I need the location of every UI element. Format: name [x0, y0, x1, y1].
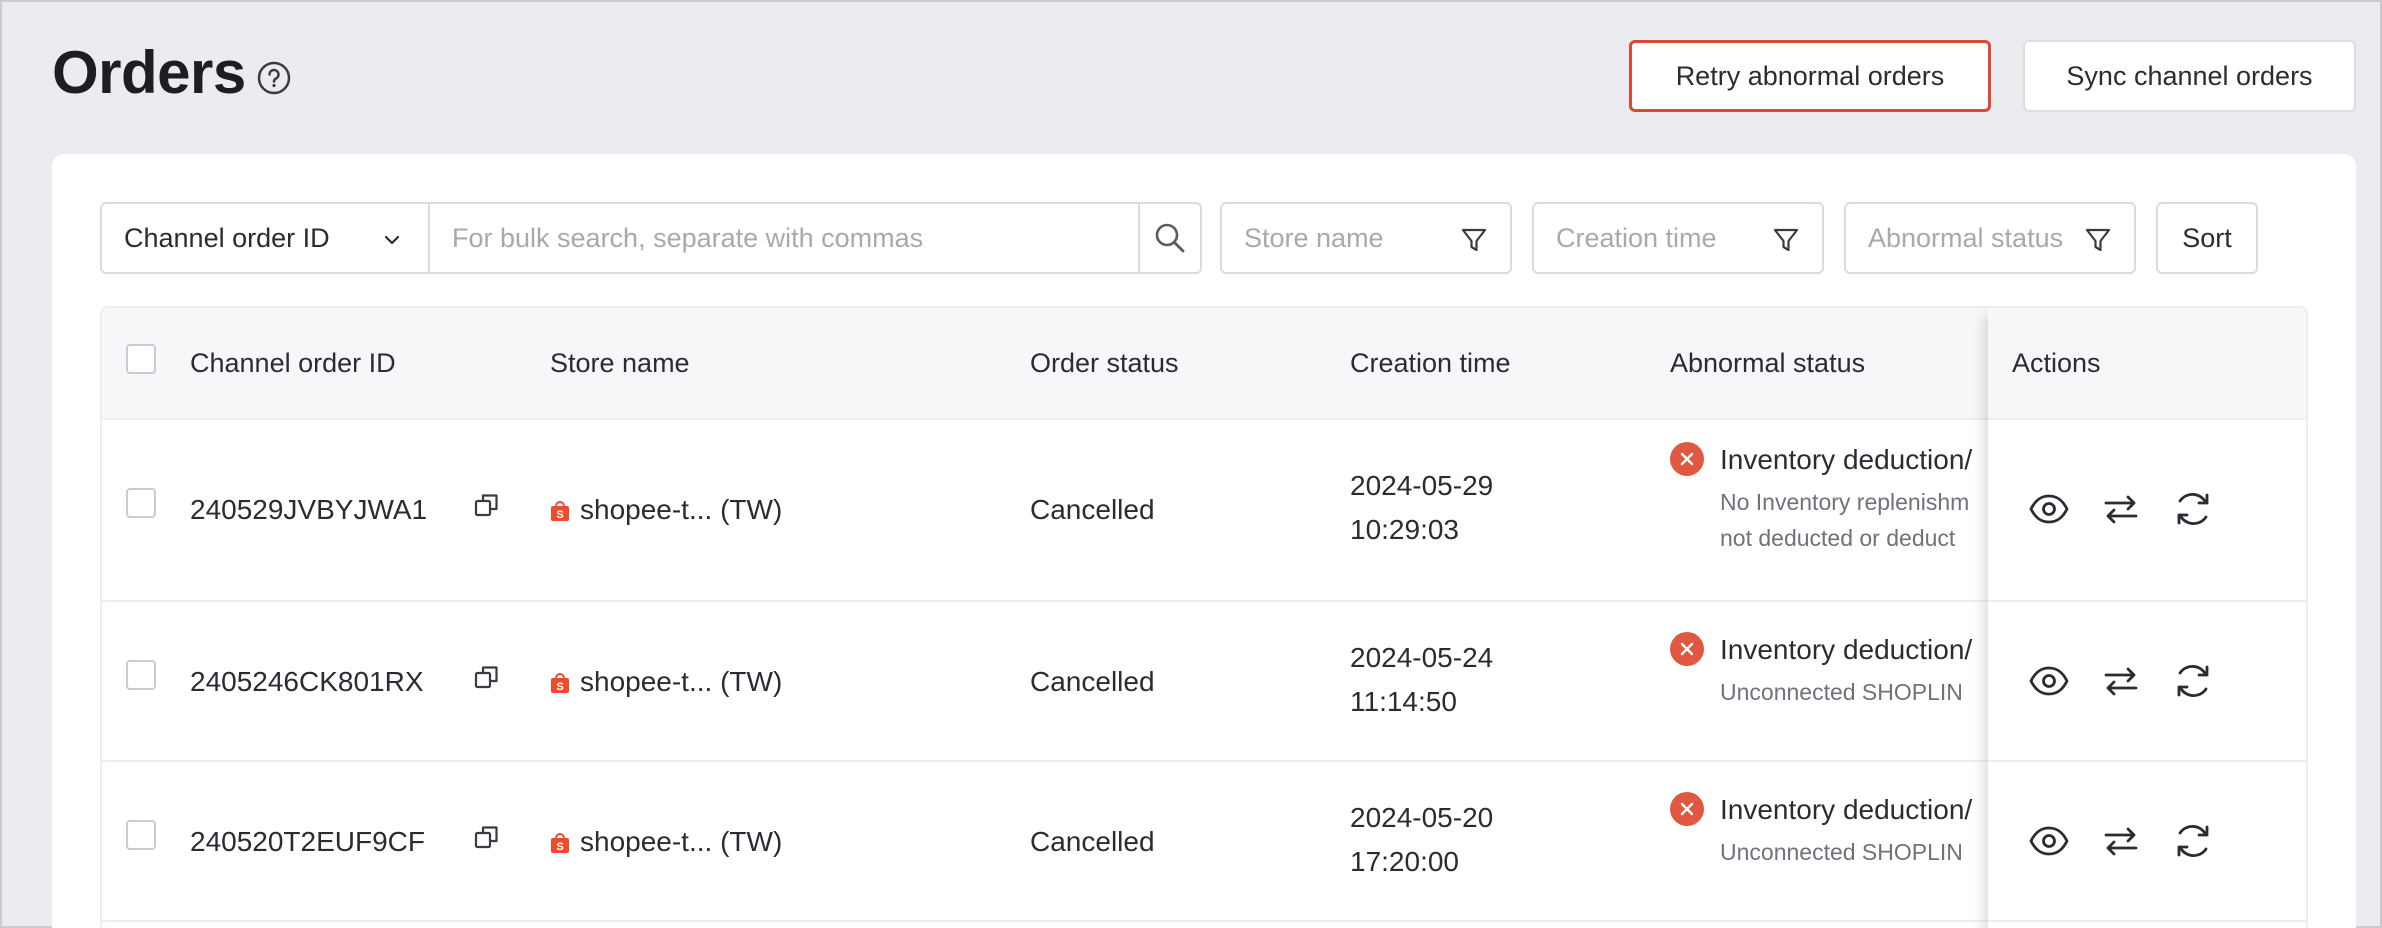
svg-text:S: S: [556, 681, 563, 693]
close-circle-icon: [1670, 442, 1704, 476]
abnormal-status-title: Inventory deduction/: [1720, 444, 1973, 475]
close-circle-icon: [1670, 792, 1704, 826]
select-all-checkbox[interactable]: [126, 344, 156, 374]
shopee-bag-icon: S: [551, 833, 569, 853]
abnormal-status-desc: Unconnected SHOPLIN: [1720, 679, 1963, 705]
chevron-down-icon: [384, 235, 400, 245]
sync-channel-orders-button[interactable]: Sync channel orders: [2023, 40, 2356, 112]
search-group: Channel order ID: [100, 202, 1202, 274]
search-type-label: Channel order ID: [124, 222, 330, 253]
col-creation-time: Creation time: [1350, 348, 1511, 378]
orders-card: Channel order ID Store name Creation tim…: [52, 154, 2356, 928]
store-name-filter[interactable]: Store name: [1220, 202, 1512, 274]
order-status: Cancelled: [1030, 494, 1155, 525]
copy-icon[interactable]: [474, 492, 500, 518]
page-title: Orders: [52, 39, 246, 106]
sync-icon[interactable]: [2172, 820, 2214, 862]
channel-order-id: 2405246CK801RX: [190, 666, 424, 697]
shopee-bag-icon: S: [551, 501, 569, 521]
channel-order-id: 240529JVBYJWA1: [190, 494, 428, 525]
abnormal-status-filter[interactable]: Abnormal status: [1844, 202, 2136, 274]
creation-time: 17:20:00: [1350, 846, 1459, 877]
row-checkbox[interactable]: [126, 820, 156, 850]
store-name: shopee-t... (TW): [580, 666, 783, 697]
retry-abnormal-orders-button[interactable]: Retry abnormal orders: [1629, 40, 1991, 112]
creation-time-filter[interactable]: Creation time: [1532, 202, 1824, 274]
creation-time-filter-label: Creation time: [1556, 222, 1717, 253]
search-type-select[interactable]: Channel order ID: [102, 204, 430, 272]
sync-icon[interactable]: [2172, 488, 2214, 530]
abnormal-status-filter-label: Abnormal status: [1868, 222, 2064, 253]
row-checkbox[interactable]: [126, 660, 156, 690]
creation-date: 2024-05-20: [1350, 802, 1494, 833]
creation-date: 2024-05-24: [1350, 642, 1494, 673]
copy-icon[interactable]: [474, 664, 500, 690]
table-row: 240529JVBYJWA1 S shopee-t... (TW) Cancel…: [102, 420, 1988, 602]
abnormal-status-title: Inventory deduction/: [1720, 634, 1973, 665]
help-circle-icon[interactable]: [256, 60, 292, 96]
sort-button[interactable]: Sort: [2156, 202, 2258, 274]
swap-arrows-icon[interactable]: [2100, 660, 2142, 702]
search-icon: [1155, 223, 1185, 253]
swap-arrows-icon[interactable]: [2100, 488, 2142, 530]
abnormal-status-desc: No Inventory replenishm: [1720, 489, 1970, 515]
creation-time: 11:14:50: [1350, 686, 1457, 717]
eye-icon[interactable]: [2028, 488, 2070, 530]
copy-icon[interactable]: [474, 824, 500, 850]
row-checkbox[interactable]: [126, 488, 156, 518]
filter-icon: [2085, 228, 2111, 252]
actions-column: Actions: [1988, 308, 2306, 928]
col-abnormal-status: Abnormal status: [1670, 348, 1866, 378]
actions-row: [1988, 762, 2306, 922]
col-channel-order-id: Channel order ID: [190, 348, 396, 378]
abnormal-status-desc: not deducted or deduct: [1720, 525, 1956, 551]
swap-arrows-icon[interactable]: [2100, 820, 2142, 862]
actions-row: [1988, 420, 2306, 602]
sync-icon[interactable]: [2172, 660, 2214, 702]
channel-order-id: 240520T2EUF9CF: [190, 826, 426, 857]
creation-time: 10:29:03: [1350, 514, 1459, 545]
actions-row: [1988, 602, 2306, 762]
orders-table: Channel order ID Store name Order status…: [100, 306, 2308, 928]
col-actions: Actions: [2012, 348, 2101, 378]
close-circle-icon: [1670, 632, 1704, 666]
store-name: shopee-t... (TW): [580, 826, 783, 857]
svg-text:S: S: [556, 509, 563, 521]
store-name: shopee-t... (TW): [580, 494, 783, 525]
filter-icon: [1461, 228, 1487, 252]
eye-icon[interactable]: [2028, 820, 2070, 862]
abnormal-status-desc: Unconnected SHOPLIN: [1720, 839, 1963, 865]
shopee-bag-icon: S: [551, 673, 569, 693]
search-button[interactable]: [1138, 204, 1200, 272]
col-store-name: Store name: [550, 348, 690, 378]
table-scroll-area: Channel order ID Store name Order status…: [102, 308, 1988, 928]
col-order-status: Order status: [1030, 348, 1179, 378]
order-status: Cancelled: [1030, 666, 1155, 697]
creation-date: 2024-05-29: [1350, 470, 1494, 501]
table-row: 240520T2EUF9CF S shopee-t... (TW) Cancel…: [102, 762, 1988, 922]
table-row: 2405246CK801RX S shopee-t... (TW) Cancel…: [102, 602, 1988, 762]
order-status: Cancelled: [1030, 826, 1155, 857]
abnormal-status-title: Inventory deduction/: [1720, 794, 1973, 825]
search-input[interactable]: [430, 204, 1138, 272]
store-name-filter-label: Store name: [1244, 222, 1384, 253]
eye-icon[interactable]: [2028, 660, 2070, 702]
filter-icon: [1773, 228, 1799, 252]
svg-text:S: S: [556, 841, 563, 853]
actions-header: Actions: [1988, 308, 2306, 420]
table-header: Channel order ID Store name Order status…: [102, 308, 1988, 420]
